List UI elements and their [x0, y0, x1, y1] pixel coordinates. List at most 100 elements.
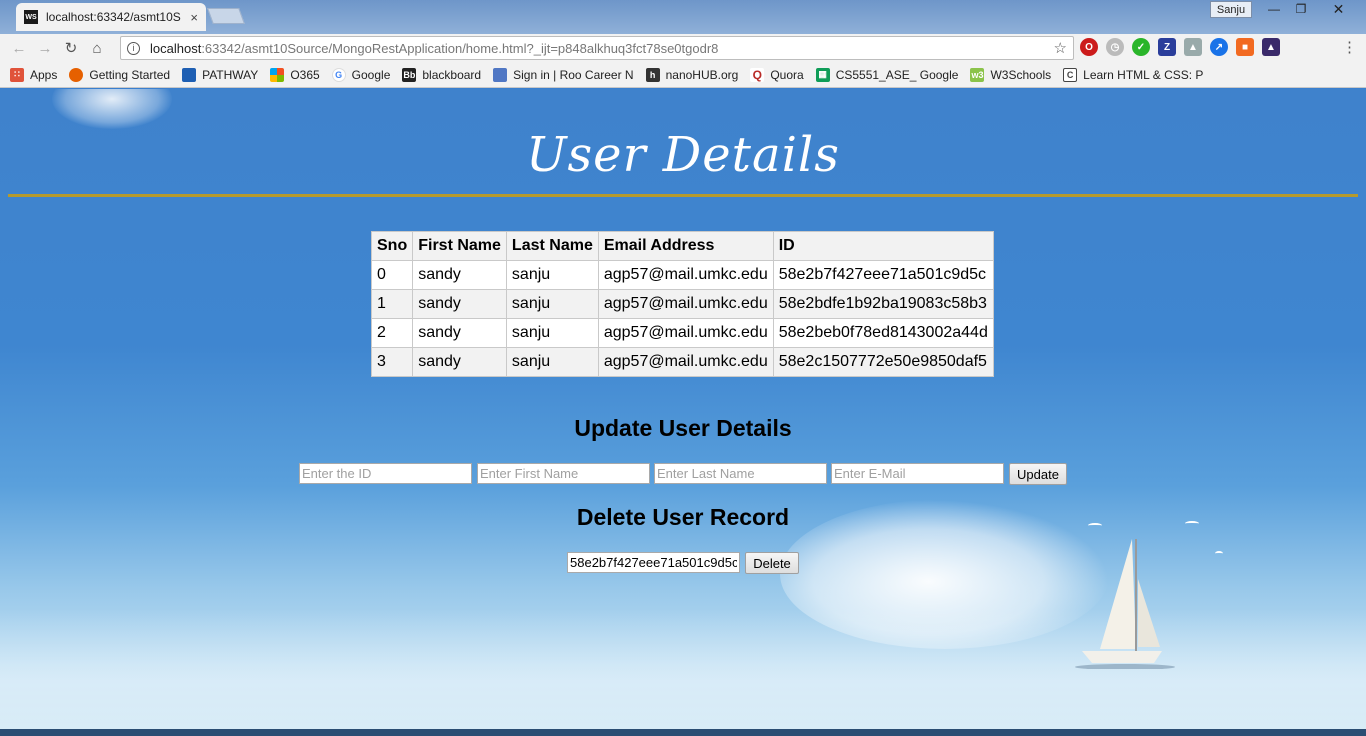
info-icon[interactable]: i [127, 41, 140, 55]
update-button[interactable]: Update [1009, 463, 1067, 485]
cell-first-name: sandy [412, 289, 507, 319]
clock-icon[interactable]: ◷ [1106, 38, 1124, 56]
adblock-off-icon[interactable]: ■ [1236, 38, 1254, 56]
browser-title-bar: WS localhost:63342/asmt10S × Sanju — ❐ ✕ [0, 0, 1366, 34]
bookmark-google[interactable]: G Google [331, 67, 390, 82]
home-icon[interactable]: ⌂ [84, 36, 110, 60]
sheets-icon: ▦ [815, 67, 830, 82]
pathway-icon [182, 67, 197, 82]
browser-toolbar: ← → ↻ ⌂ i localhost:63342/asmt10Source/M… [0, 34, 1366, 62]
delete-id-input[interactable] [567, 552, 740, 573]
zotero-icon[interactable]: Z [1158, 38, 1176, 56]
webstorm-icon: WS [24, 10, 38, 24]
firefox-icon [69, 67, 84, 82]
minimize-icon[interactable]: — [1261, 0, 1287, 18]
column-header-email: Email Address [597, 231, 774, 261]
quora-icon: Q [750, 67, 765, 82]
delete-heading: Delete User Record [576, 504, 790, 530]
compass-icon[interactable]: ↗ [1210, 38, 1228, 56]
bookmark-getting-started[interactable]: Getting Started [69, 67, 170, 82]
maximize-icon[interactable]: ❐ [1288, 0, 1314, 18]
cell-sno: 3 [370, 347, 414, 377]
table-row: 3 sandy sanju agp57@mail.umkc.edu 58e2c1… [370, 347, 994, 377]
cell-first-name: sandy [412, 347, 507, 377]
update-email-input[interactable] [831, 463, 1004, 484]
delete-button[interactable]: Delete [745, 552, 799, 574]
cell-id: 58e2c1507772e50e9850daf5 [772, 347, 994, 377]
bookmark-learn-html[interactable]: C Learn HTML & CSS: P [1063, 67, 1203, 82]
sailboat-image [1075, 539, 1175, 669]
bookmark-blackboard[interactable]: Bb blackboard [402, 67, 481, 82]
office-icon [270, 67, 285, 82]
codecademy-icon: C [1063, 67, 1078, 82]
background-cloud [52, 89, 172, 129]
dev-tools-icon[interactable]: ▲ [1262, 38, 1280, 56]
update-id-input[interactable] [299, 463, 472, 484]
column-header-last-name: Last Name [505, 231, 599, 261]
bookmark-page-icon [493, 67, 508, 82]
tab-title: localhost:63342/asmt10S [46, 10, 181, 24]
column-header-id: ID [772, 231, 994, 261]
back-icon[interactable]: ← [6, 36, 32, 60]
cell-last-name: sanju [505, 260, 599, 290]
page-content: User Details Sno First Name Last Name Em… [0, 89, 1366, 729]
cell-sno: 2 [370, 318, 414, 348]
update-first-name-input[interactable] [477, 463, 650, 484]
cell-last-name: sanju [505, 289, 599, 319]
close-window-icon[interactable]: ✕ [1315, 0, 1362, 18]
column-header-first-name: First Name [412, 231, 507, 261]
browser-tab[interactable]: WS localhost:63342/asmt10S × [16, 3, 206, 31]
cell-first-name: sandy [412, 318, 507, 348]
profile-button[interactable]: Sanju [1210, 1, 1252, 18]
new-tab-button[interactable] [207, 8, 245, 24]
address-bar[interactable]: i localhost:63342/asmt10Source/MongoRest… [120, 36, 1074, 60]
column-header-sno: Sno [370, 231, 414, 261]
pin-icon[interactable]: ▲ [1184, 38, 1202, 56]
apps-grid-icon: ∷ [10, 67, 24, 82]
cell-first-name: sandy [412, 260, 507, 290]
cell-email: agp57@mail.umkc.edu [597, 289, 774, 319]
w3schools-icon: w3 [970, 67, 985, 82]
bookmark-quora[interactable]: Q Quora [750, 67, 804, 82]
bookmark-cs5551[interactable]: ▦ CS5551_ASE_ Google [815, 67, 958, 82]
bookmarks-bar: ∷ Apps Getting Started PATHWAY O365 G Goog… [0, 62, 1366, 88]
opera-icon[interactable]: O [1080, 38, 1098, 56]
cell-sno: 0 [370, 260, 414, 290]
nanohub-icon: h [645, 67, 660, 82]
bookmark-star-icon[interactable]: ☆ [1054, 39, 1067, 57]
bookmark-nanohub[interactable]: h nanoHUB.org [645, 67, 738, 82]
cell-sno: 1 [370, 289, 414, 319]
check-icon[interactable]: ✓ [1132, 38, 1150, 56]
cell-email: agp57@mail.umkc.edu [597, 260, 774, 290]
google-icon: G [331, 67, 346, 82]
update-heading: Update User Details [574, 415, 792, 441]
cell-last-name: sanju [505, 347, 599, 377]
cell-email: agp57@mail.umkc.edu [597, 347, 774, 377]
reload-icon[interactable]: ↻ [58, 36, 84, 60]
bookmark-roo-career[interactable]: Sign in | Roo Career N [493, 67, 634, 82]
user-table: Sno First Name Last Name Email Address I… [370, 231, 994, 377]
update-last-name-input[interactable] [654, 463, 827, 484]
bookmark-o365[interactable]: O365 [270, 67, 320, 82]
seagull-icon [1215, 551, 1223, 556]
url-path: :63342/asmt10Source/MongoRestApplication… [201, 40, 719, 56]
bookmark-pathway[interactable]: PATHWAY [182, 67, 258, 82]
bookmark-apps[interactable]: ∷ Apps [10, 67, 57, 82]
table-row: 2 sandy sanju agp57@mail.umkc.edu 58e2be… [370, 318, 994, 348]
table-row: 0 sandy sanju agp57@mail.umkc.edu 58e2b7… [370, 260, 994, 290]
table-row: 1 sandy sanju agp57@mail.umkc.edu 58e2bd… [370, 289, 994, 319]
title-divider [8, 194, 1358, 197]
cell-id: 58e2beb0f78ed8143002a44d [772, 318, 994, 348]
forward-icon[interactable]: → [32, 36, 58, 60]
menu-icon[interactable]: ⋮ [1342, 38, 1357, 56]
bookmark-w3schools[interactable]: w3 W3Schools [970, 67, 1051, 82]
os-taskbar [0, 729, 1366, 736]
cell-email: agp57@mail.umkc.edu [597, 318, 774, 348]
cell-last-name: sanju [505, 318, 599, 348]
cell-id: 58e2bdfe1b92ba19083c58b3 [772, 289, 994, 319]
blackboard-icon: Bb [402, 67, 417, 82]
close-tab-icon[interactable]: × [190, 10, 198, 25]
cell-id: 58e2b7f427eee71a501c9d5c [772, 260, 994, 290]
extension-icons: O ◷ ✓ Z ▲ ↗ ■ ▲ [1080, 38, 1280, 56]
url-host: localhost [150, 40, 202, 56]
